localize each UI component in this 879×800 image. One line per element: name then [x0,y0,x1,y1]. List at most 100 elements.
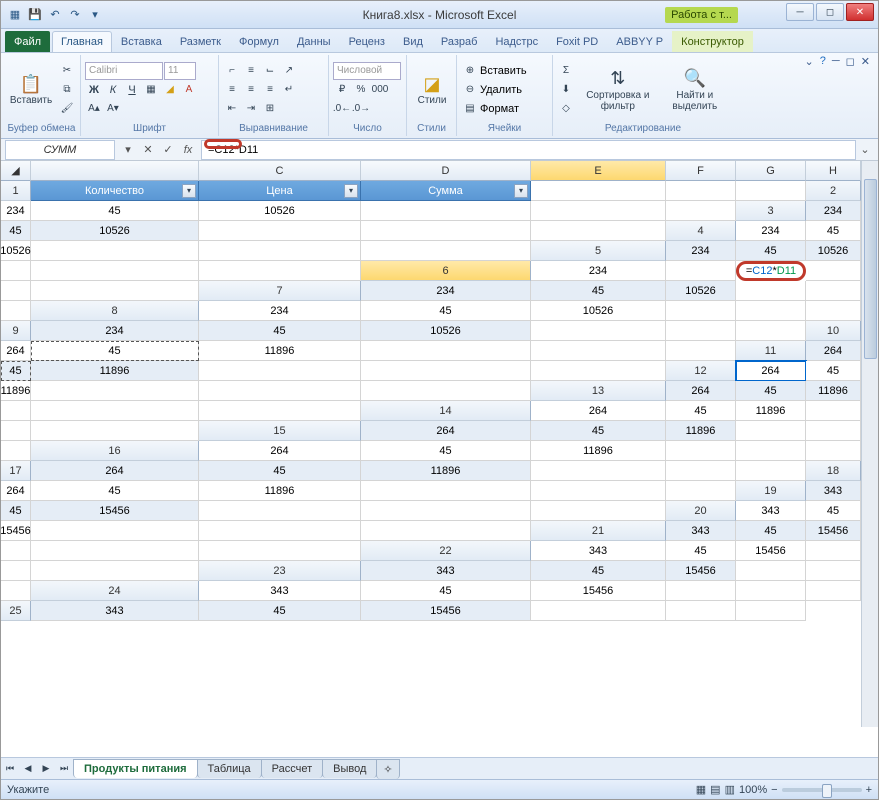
cell-F11[interactable] [199,361,361,381]
cell-G9[interactable] [666,321,736,341]
cell-D5[interactable]: 45 [736,241,806,261]
cell-E21[interactable]: 15456 [806,521,861,541]
cell-G5[interactable] [31,261,199,281]
cell-D14[interactable]: 45 [666,401,736,421]
cell-C20[interactable]: 343 [736,501,806,521]
tab-formulas[interactable]: Формул [230,31,288,52]
cell-F9[interactable] [531,321,666,341]
insert-cells-icon[interactable]: ⊕ [461,62,479,80]
cell-H7[interactable] [1,301,31,321]
cell-F14[interactable] [806,401,861,421]
tab-abbyy[interactable]: ABBYY P [607,31,672,52]
cell-G18[interactable] [531,481,666,501]
zoom-out-icon[interactable]: − [771,784,777,796]
paste-button[interactable]: 📋Вставить [7,58,55,122]
cell-C8[interactable]: 234 [199,301,361,321]
cell-H10[interactable] [666,341,736,361]
cell-H9[interactable] [736,321,806,341]
cell-D13[interactable]: 45 [736,381,806,401]
tab-review[interactable]: Реценз [340,31,394,52]
cell-G2[interactable] [531,201,666,221]
row-header-10[interactable]: 10 [806,321,861,341]
cell-C16[interactable]: 264 [199,441,361,461]
row-header-19[interactable]: 19 [736,481,806,501]
tab-dev[interactable]: Разраб [432,31,487,52]
minimize-button[interactable]: ─ [786,3,814,21]
cell-G15[interactable] [806,421,861,441]
view-pagebreak-icon[interactable]: ▥ [725,783,735,796]
bold-icon[interactable]: Ж [85,81,103,99]
cell-F17[interactable] [531,461,666,481]
cell-D19[interactable]: 45 [1,501,31,521]
cell-E10[interactable]: 11896 [199,341,361,361]
cell-F12[interactable] [31,381,199,401]
enter-formula-icon[interactable]: ✓ [159,141,177,159]
orientation-icon[interactable]: ↗ [280,62,298,80]
cell-E14[interactable]: 11896 [736,401,806,421]
row-header-6[interactable]: 6 [361,261,531,281]
cell-E5[interactable]: 10526 [806,241,861,261]
sheet-nav-last-icon[interactable]: ⏭ [55,760,73,778]
cell-D6[interactable] [666,261,736,281]
cell-C22[interactable]: 343 [531,541,666,561]
col-header-D[interactable]: D [361,161,531,181]
cell-E15[interactable]: 11896 [666,421,736,441]
tab-view[interactable]: Вид [394,31,432,52]
zoom-slider[interactable] [782,788,862,792]
cell-D12[interactable]: 45 [806,361,861,381]
col-header-H[interactable]: H [806,161,861,181]
row-header-23[interactable]: 23 [199,561,361,581]
cell-G14[interactable] [1,421,31,441]
row-header-24[interactable]: 24 [31,581,199,601]
cell-C15[interactable]: 264 [361,421,531,441]
cell-D22[interactable]: 45 [666,541,736,561]
row-header-17[interactable]: 17 [1,461,31,481]
col-header-G[interactable]: G [736,161,806,181]
cell-E8[interactable]: 10526 [531,301,666,321]
cell[interactable] [666,181,736,201]
cell-D4[interactable]: 45 [806,221,861,241]
cell-C4[interactable]: 234 [736,221,806,241]
percent-icon[interactable]: % [352,81,370,99]
sheet-nav-next-icon[interactable]: ▶ [37,760,55,778]
cell-H8[interactable] [806,301,861,321]
formula-input[interactable]: =C12*D11 [201,140,856,160]
format-painter-icon[interactable]: 🖌 [58,100,76,118]
cell-F22[interactable] [806,541,861,561]
worksheet-grid[interactable]: ◢CDEFGH1Количество▾Цена▾Сумма▾2234451052… [1,161,878,727]
decrease-indent-icon[interactable]: ⇤ [223,100,241,118]
filter-dropdown-icon[interactable]: ▾ [182,184,196,198]
tab-addins[interactable]: Надстрс [486,31,547,52]
cell-E13[interactable]: 11896 [806,381,861,401]
cell-E7[interactable]: 10526 [666,281,736,301]
cell-H20[interactable] [361,521,531,541]
zoom-level[interactable]: 100% [739,784,767,796]
cell-C5[interactable]: 234 [666,241,736,261]
sort-filter-button[interactable]: ⇅Сортировка и фильтр [578,58,658,122]
styles-button[interactable]: ◪Стили [411,58,453,122]
cell-E3[interactable]: 10526 [31,221,199,241]
cell-C17[interactable]: 264 [31,461,199,481]
sheet-nav-first-icon[interactable]: ⏮ [1,760,19,778]
italic-icon[interactable]: К [104,81,122,99]
cell-F13[interactable] [1,401,31,421]
scroll-thumb[interactable] [864,179,877,359]
cell-F21[interactable] [1,541,31,561]
row-header-25[interactable]: 25 [1,601,31,621]
row-header-11[interactable]: 11 [736,341,806,361]
cell-E20[interactable]: 15456 [1,521,31,541]
find-select-button[interactable]: 🔍Найти и выделить [661,58,729,122]
cell-C11[interactable]: 264 [806,341,861,361]
cell-E17[interactable]: 11896 [361,461,531,481]
comma-icon[interactable]: 000 [371,81,389,99]
decrease-decimal-icon[interactable]: .0→ [352,100,370,118]
cell-C24[interactable]: 343 [199,581,361,601]
help-icon[interactable]: ? [820,55,826,68]
cell-D7[interactable]: 45 [531,281,666,301]
cell-D2[interactable]: 45 [31,201,199,221]
cell-E16[interactable]: 11896 [531,441,666,461]
cell-C19[interactable]: 343 [806,481,861,501]
autosum-icon[interactable]: Σ [557,62,575,80]
font-name-combo[interactable]: Calibri [85,62,163,80]
cell-H18[interactable] [666,481,736,501]
